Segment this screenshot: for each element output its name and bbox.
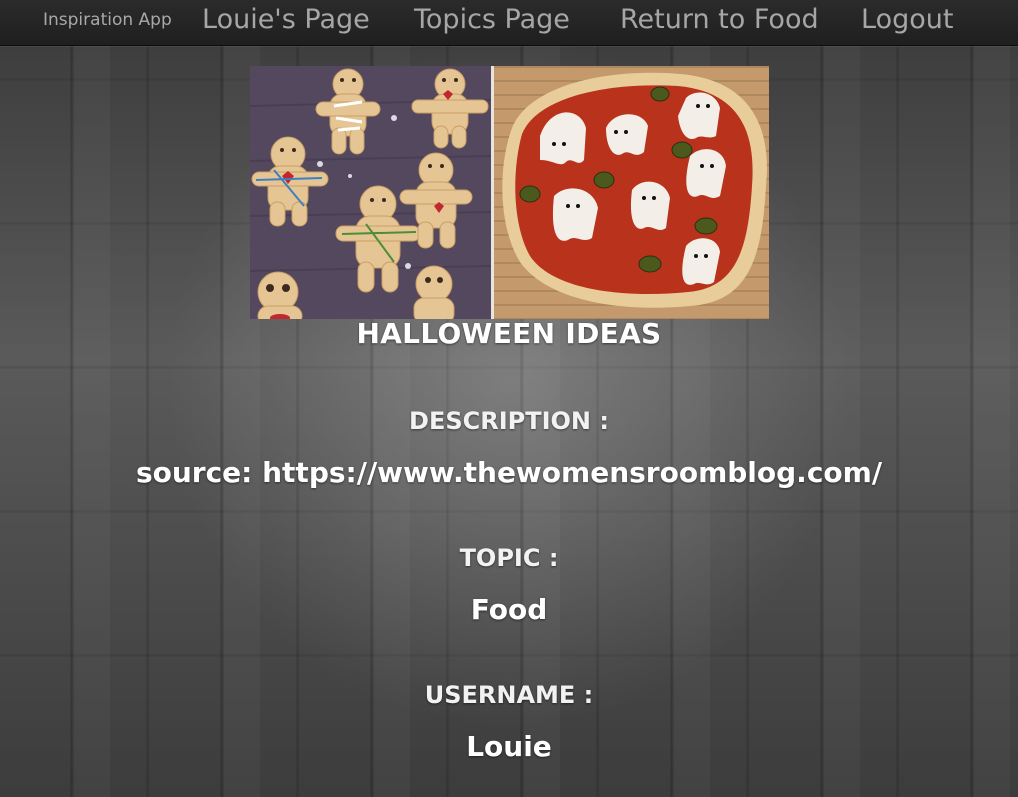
username-value: Louie bbox=[466, 730, 552, 763]
topic-value: Food bbox=[470, 593, 548, 626]
brand-link[interactable]: Inspiration App bbox=[43, 10, 172, 30]
description-label: DESCRIPTION : bbox=[409, 407, 609, 435]
nav-link-return-to-food[interactable]: Return to Food bbox=[620, 4, 819, 35]
post-title: HALLOWEEN IDEAS bbox=[356, 317, 662, 350]
top-navbar: Inspiration App Louie's Page Topics Page… bbox=[0, 0, 1018, 46]
nav-link-topics-page[interactable]: Topics Page bbox=[414, 4, 570, 35]
halloween-food-image bbox=[250, 66, 769, 319]
topic-label: TOPIC : bbox=[459, 544, 559, 572]
description-value: source: https://www.thewomensroomblog.co… bbox=[135, 456, 883, 489]
nav-link-louies-page[interactable]: Louie's Page bbox=[202, 4, 370, 35]
ghost-pizza bbox=[502, 72, 767, 308]
nav-link-logout[interactable]: Logout bbox=[861, 4, 953, 35]
username-label: USERNAME : bbox=[424, 681, 594, 709]
post-image bbox=[250, 66, 769, 319]
